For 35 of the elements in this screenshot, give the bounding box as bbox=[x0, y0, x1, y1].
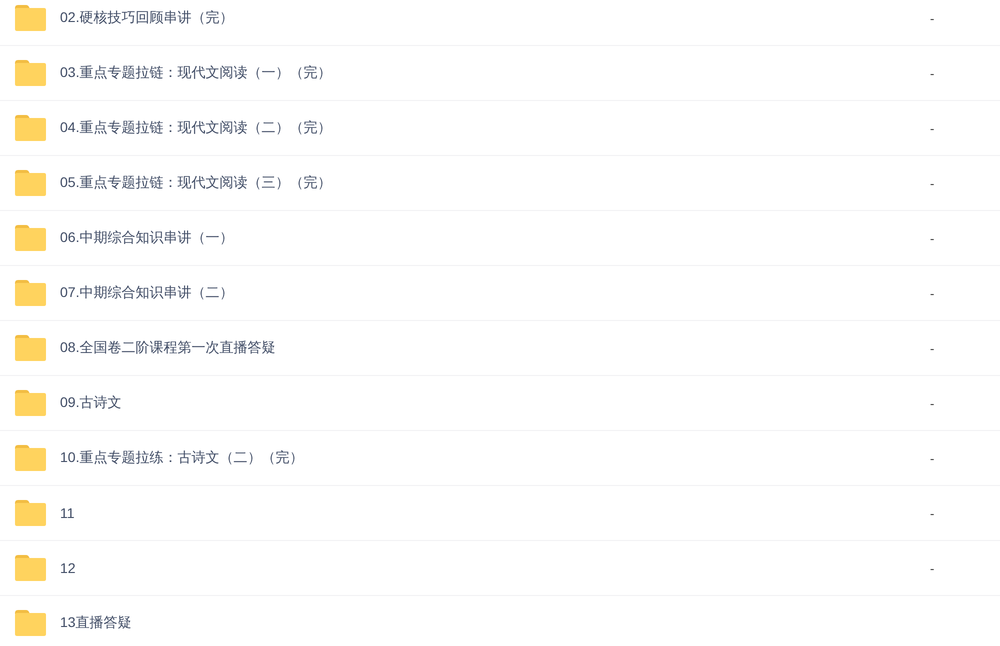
folder-name[interactable]: 09.古诗文 bbox=[60, 394, 122, 412]
folder-name[interactable]: 10.重点专题拉练：古诗文（二）（完） bbox=[60, 449, 304, 467]
file-size: - bbox=[930, 340, 936, 356]
folder-name[interactable]: 02.硬核技巧回顾串讲（完） bbox=[60, 9, 234, 27]
folder-icon bbox=[15, 390, 46, 416]
folder-name[interactable]: 07.中期综合知识串讲（二） bbox=[60, 284, 234, 302]
file-size: - bbox=[930, 450, 936, 466]
folder-icon bbox=[15, 445, 46, 471]
folder-name[interactable]: 04.重点专题拉链：现代文阅读（二）（完） bbox=[60, 119, 332, 137]
folder-name[interactable]: 11 bbox=[60, 505, 75, 521]
folder-icon bbox=[15, 500, 46, 526]
file-size: - bbox=[930, 396, 936, 410]
folder-name[interactable]: 08.全国卷二阶课程第一次直播答疑 bbox=[60, 339, 276, 357]
file-size: - bbox=[930, 10, 936, 26]
folder-icon bbox=[15, 5, 46, 31]
folder-name[interactable]: 06.中期综合知识串讲（一） bbox=[60, 229, 234, 247]
folder-icon bbox=[15, 335, 46, 361]
folder-icon bbox=[15, 555, 46, 581]
file-size: - bbox=[930, 286, 936, 300]
file-size: - bbox=[930, 506, 936, 520]
folder-name[interactable]: 03.重点专题拉链：现代文阅读（一）（完） bbox=[60, 64, 332, 82]
file-size: - bbox=[930, 66, 936, 80]
folder-icon bbox=[15, 280, 46, 306]
folder-icon bbox=[15, 60, 46, 86]
folder-name[interactable]: 12 bbox=[60, 560, 76, 576]
file-size: - bbox=[930, 176, 936, 190]
file-size: - bbox=[930, 230, 936, 246]
folder-icon bbox=[15, 115, 46, 141]
folder-icon bbox=[15, 225, 46, 251]
file-size: - bbox=[930, 560, 936, 576]
folder-icon bbox=[15, 170, 46, 196]
folder-name[interactable]: 13直播答疑 bbox=[60, 614, 132, 632]
folder-icon bbox=[15, 610, 46, 636]
file-size: - bbox=[930, 120, 936, 136]
folder-name[interactable]: 05.重点专题拉链：现代文阅读（三）（完） bbox=[60, 174, 332, 192]
